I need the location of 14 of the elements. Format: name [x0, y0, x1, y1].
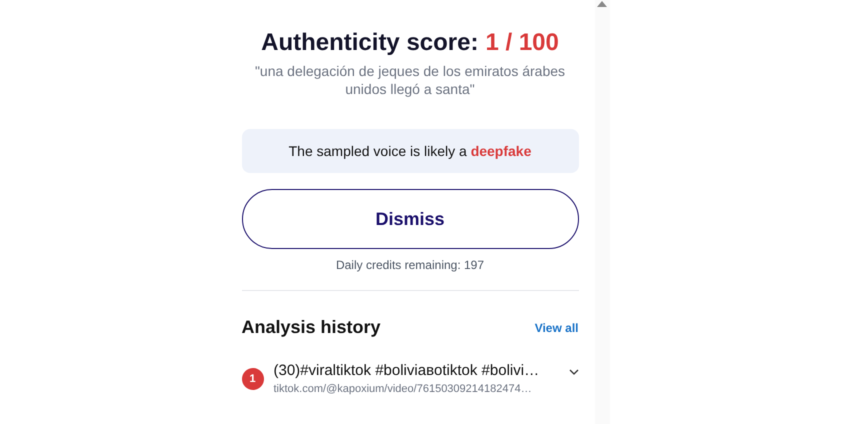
- score-value: 1 / 100: [485, 29, 559, 56]
- score-title: Authenticity score:: [261, 29, 478, 56]
- section-heading: Analysis history: [242, 317, 381, 338]
- verdict-banner: The sampled voice is likely a deepfake: [242, 129, 578, 173]
- dismiss-button[interactable]: Dismiss: [242, 189, 578, 249]
- history-item-title[interactable]: (30)#viraltiktok #boliviaвotiktok #bolivi…: [274, 362, 558, 379]
- chevron-icon[interactable]: [568, 369, 578, 376]
- credits-text: Daily credits remaining: 197: [334, 258, 486, 272]
- view-all-link[interactable]: View all: [534, 320, 578, 334]
- transcript-quote: "una delegación de jeques de los emiratos árabes unidos llegó a santa": [254, 62, 566, 98]
- history-item-url: tiktok.com/@kapoxium/video/76150309214182474…: [274, 383, 533, 395]
- scrollbar[interactable]: [594, 0, 610, 424]
- score-badge: 1: [242, 368, 264, 390]
- scroll-up-icon[interactable]: [597, 1, 607, 7]
